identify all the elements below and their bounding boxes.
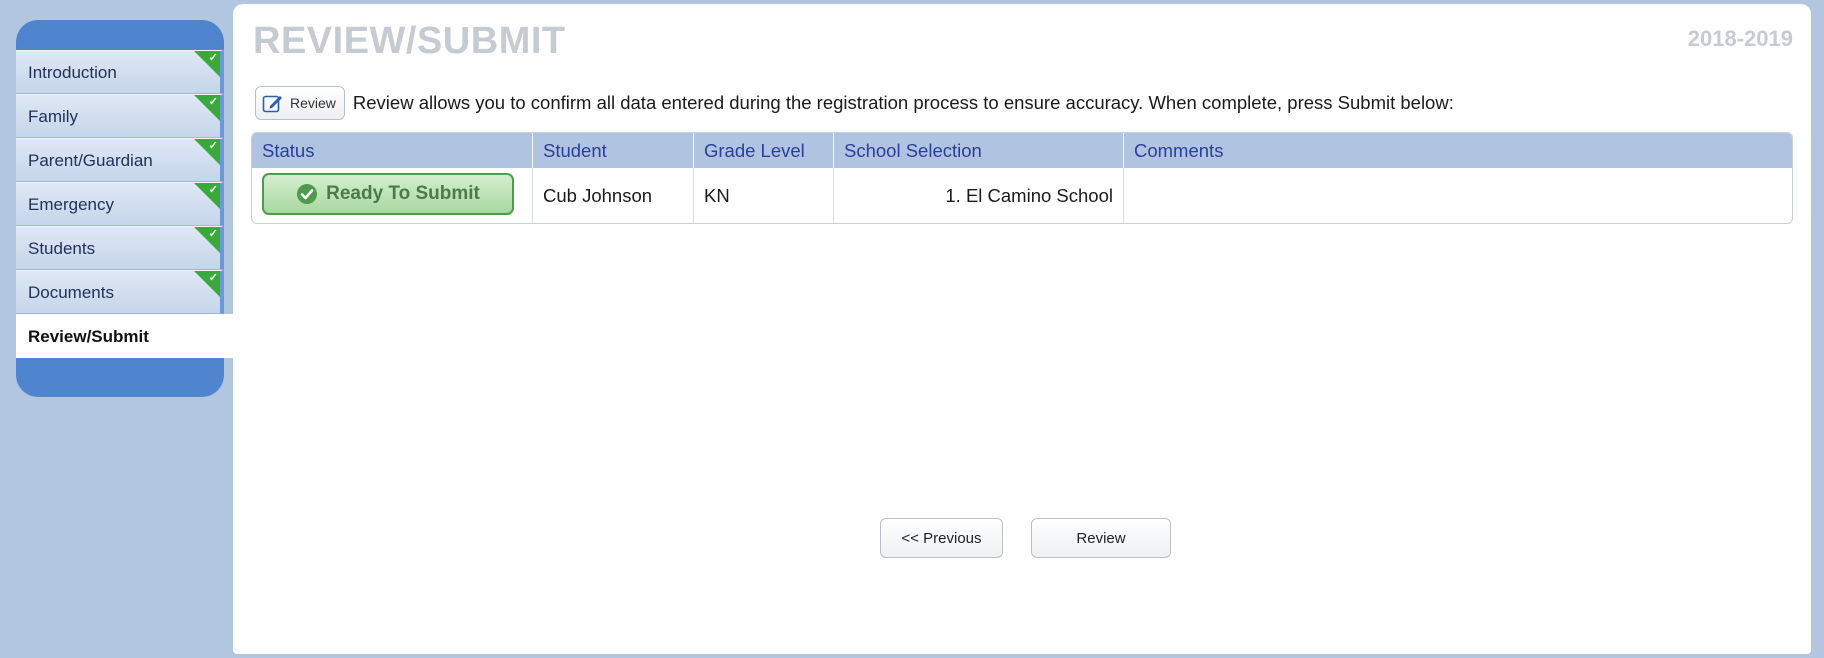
instruction-text: Review allows you to confirm all data en…: [352, 92, 1454, 113]
sidebar-item-family[interactable]: Family ✓: [16, 94, 224, 138]
status-badge: Ready To Submit: [262, 173, 514, 215]
main-panel: REVIEW/SUBMIT 2018-2019 Review Review al…: [233, 4, 1811, 654]
sidebar-item-students[interactable]: Students ✓: [16, 226, 224, 270]
checkmark-icon: ✓: [208, 96, 218, 108]
previous-button[interactable]: << Previous: [880, 518, 1003, 558]
checkmark-icon: ✓: [208, 228, 218, 240]
checkmark-icon: ✓: [208, 52, 218, 64]
review-button[interactable]: Review: [255, 86, 345, 120]
column-header-school-selection: School Selection: [834, 133, 1124, 168]
column-header-grade-level: Grade Level: [694, 133, 834, 168]
sidebar-item-documents[interactable]: Documents ✓: [16, 270, 224, 314]
sidebar: Introduction ✓ Family ✓ Parent/Guardian …: [16, 20, 236, 397]
checkmark-icon: ✓: [208, 272, 218, 284]
comments-cell: [1124, 168, 1792, 223]
sidebar-item-parent-guardian[interactable]: Parent/Guardian ✓: [16, 138, 224, 182]
column-header-status: Status: [252, 133, 533, 168]
page-title: REVIEW/SUBMIT: [253, 20, 566, 62]
sidebar-item-review-submit[interactable]: Review/Submit: [16, 314, 236, 358]
student-cell: Cub Johnson: [533, 168, 694, 223]
sidebar-item-label: Emergency: [28, 195, 114, 214]
sidebar-item-label: Review/Submit: [28, 327, 149, 346]
instruction-row: Review Review allows you to confirm all …: [255, 84, 1795, 122]
table-header: Status Student Grade Level School Select…: [252, 133, 1792, 168]
column-header-student: Student: [533, 133, 694, 168]
school-year: 2018-2019: [1687, 26, 1793, 51]
check-circle-icon: [297, 184, 318, 204]
school-selection-cell: 1. El Camino School: [834, 168, 1124, 223]
sidebar-item-label: Students: [28, 239, 96, 258]
sidebar-item-label: Documents: [28, 283, 114, 302]
column-header-comments: Comments: [1134, 140, 1224, 161]
checkmark-icon: ✓: [208, 184, 218, 196]
table-row: Ready To Submit Cub Johnson KN 1. El Cam…: [252, 168, 1792, 223]
sidebar-nav: Introduction ✓ Family ✓ Parent/Guardian …: [16, 50, 236, 358]
status-badge-label: Ready To Submit: [326, 183, 480, 204]
sidebar-item-emergency[interactable]: Emergency ✓: [16, 182, 224, 226]
sidebar-item-label: Parent/Guardian: [28, 151, 153, 170]
review-button-label: Review: [290, 95, 336, 111]
grade-level-cell: KN: [694, 168, 834, 223]
pencil-edit-icon: [262, 95, 282, 113]
registration-table: Status Student Grade Level School Select…: [251, 132, 1793, 224]
sidebar-item-label: Introduction: [28, 63, 117, 82]
sidebar-item-label: Family: [28, 107, 79, 126]
sidebar-item-introduction[interactable]: Introduction ✓: [16, 50, 224, 94]
status-cell: Ready To Submit: [252, 168, 533, 223]
review-submit-button[interactable]: Review: [1031, 518, 1171, 558]
checkmark-icon: ✓: [208, 140, 218, 152]
